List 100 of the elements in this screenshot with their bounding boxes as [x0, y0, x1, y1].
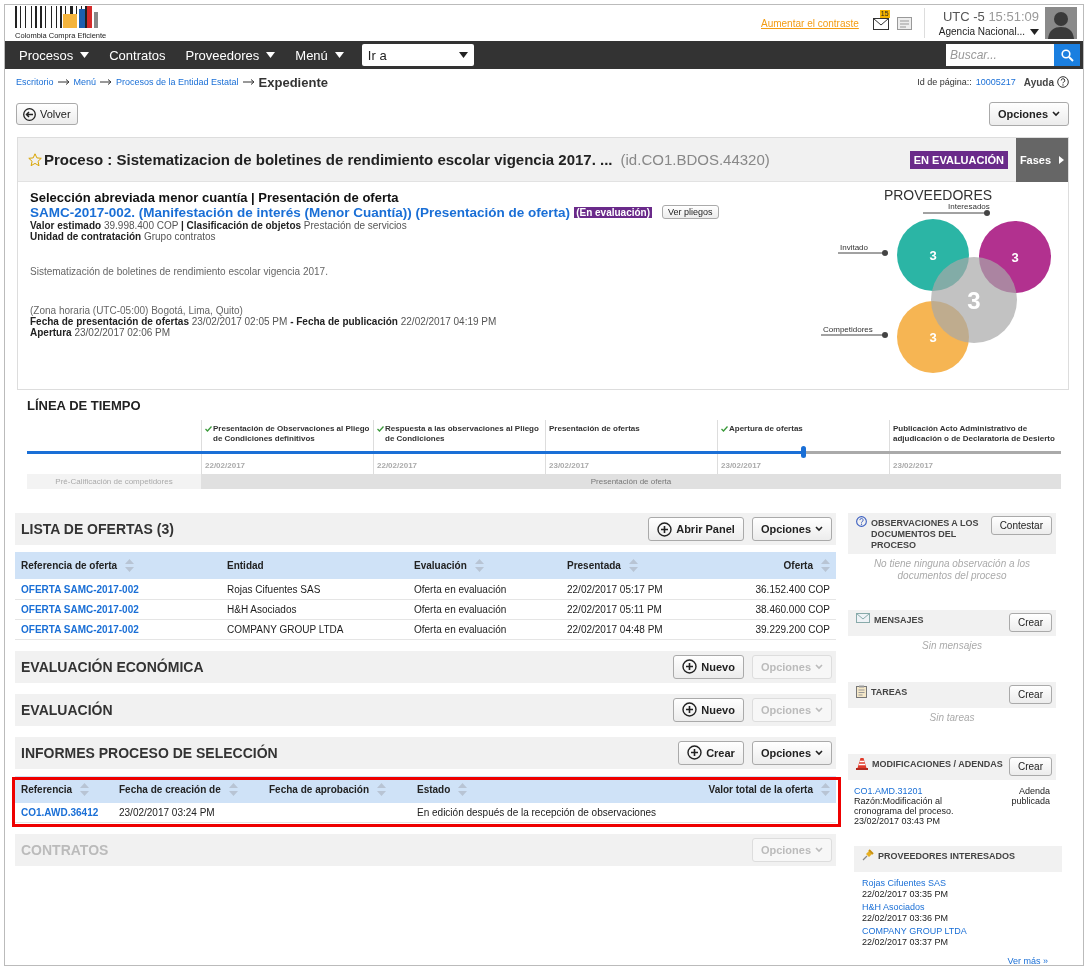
search-field[interactable]: Buscar...	[946, 44, 1054, 66]
search-button[interactable]	[1054, 44, 1080, 66]
plus-icon	[682, 659, 698, 674]
panel-title: TAREAS	[871, 686, 909, 698]
breadcrumb-link[interactable]: Menú	[73, 77, 97, 87]
help-link[interactable]: Ayuda	[1023, 76, 1069, 88]
sort-icon[interactable]	[377, 782, 387, 796]
sort-icon[interactable]	[628, 559, 638, 572]
mail-icon[interactable]	[872, 18, 889, 30]
table-cell: 22/02/2017 04:48 PM	[567, 623, 663, 635]
nav-menu[interactable]: Proveedores	[175, 41, 286, 69]
breadcrumb-link[interactable]: Procesos de la Entidad Estatal	[116, 77, 239, 87]
process-id: (id.CO1.BDOS.44320)	[620, 151, 770, 168]
supplier-link[interactable]: COMPANY GROUP LTDA	[862, 926, 967, 936]
section-title: LISTA DE OFERTAS (3)	[21, 521, 175, 537]
envelope-icon	[856, 613, 870, 623]
panel-button[interactable]: Crear	[1009, 757, 1052, 776]
reference-link[interactable]: OFERTA SAMC-2017-002	[21, 623, 139, 635]
chevron-icon	[815, 706, 823, 713]
phase-bar: Pré-Calificación de competidores	[27, 474, 201, 489]
reference-link[interactable]: OFERTA SAMC-2017-002	[21, 583, 139, 595]
table-cell: 36.152.400 COP	[755, 583, 830, 595]
milestone-label: Apertura de ofertas	[729, 424, 803, 435]
panel-button[interactable]: Contestar	[990, 516, 1052, 535]
news-icon[interactable]	[896, 16, 912, 30]
column-header[interactable]: Estado	[417, 782, 468, 796]
panel-title: MENSAJES	[874, 614, 925, 626]
back-button[interactable]: Volver	[16, 103, 78, 125]
milestone-label: Publicación Acto Administrativo de adjudicación o de Declaratoria de Desierto	[893, 424, 1056, 445]
action-button[interactable]: Nuevo	[673, 654, 744, 679]
sort-icon[interactable]	[474, 559, 484, 572]
section-title: EVALUACIÓN ECONÓMICA	[21, 658, 205, 675]
sort-icon[interactable]	[125, 559, 135, 572]
panel-title: PROVEEDORES INTERESADOS	[878, 850, 1017, 862]
process-detail: Valor estimado 39.998.400 COP | Clasificación de objetos Prestación de servicios	[30, 220, 408, 231]
options-button[interactable]: Opciones	[751, 517, 832, 541]
table-cell: Oferta en evaluación	[414, 603, 507, 615]
column-header: Entidad	[227, 560, 264, 572]
bubble-count: 3	[929, 248, 937, 263]
table-cell: Oferta en evaluación	[414, 583, 507, 595]
sort-icon[interactable]	[821, 782, 830, 796]
sort-icon[interactable]	[228, 782, 238, 796]
arrow-icon	[242, 79, 255, 85]
options-button[interactable]: Opciones	[751, 740, 832, 765]
clock-time: 15:51:09	[988, 9, 1039, 24]
page-id-label: Id de página::	[917, 77, 972, 87]
caret-icon	[80, 52, 90, 58]
plus-icon	[682, 702, 698, 717]
chevron-icon	[815, 847, 823, 853]
table-cell: 38.460.000 COP	[755, 603, 830, 615]
column-header[interactable]: Oferta	[783, 559, 830, 572]
group-label: Competidores	[823, 325, 873, 334]
sort-icon[interactable]	[80, 782, 90, 796]
chevron-icon	[1052, 111, 1060, 117]
goto-select[interactable]: Ir a	[361, 44, 474, 66]
supplier-link[interactable]: H&H Asociados	[862, 902, 925, 912]
process-description: Sistematización de boletines de rendimiento escolar vigencia 2017.	[30, 266, 329, 277]
bubble-count: 3	[1011, 250, 1019, 265]
account-menu[interactable]: Agencia Nacional...	[938, 26, 1039, 37]
page-id-link[interactable]: 10005217	[975, 77, 1016, 87]
search-icon	[1060, 48, 1074, 62]
phases-button[interactable]: Fases	[1016, 137, 1068, 182]
chevron-icon	[815, 663, 823, 670]
reference-link[interactable]: OFERTA SAMC-2017-002	[21, 603, 139, 615]
section-title: LÍNEA DE TIEMPO	[27, 398, 142, 413]
back-arrow-icon	[23, 107, 36, 121]
leader-line	[837, 250, 888, 256]
action-button[interactable]: Nuevo	[673, 697, 744, 722]
amendment-link[interactable]: CO1.AMD.31201	[854, 786, 923, 796]
options-button[interactable]: Opciones	[988, 102, 1069, 126]
avatar-icon[interactable]	[1045, 7, 1077, 39]
sort-icon[interactable]	[821, 559, 830, 572]
breadcrumb-current: Expediente	[258, 74, 328, 90]
view-documents-button[interactable]: Ver pliegos	[662, 205, 719, 219]
nav-menu[interactable]: Contratos	[99, 41, 176, 69]
action-button[interactable]: Crear	[678, 740, 744, 765]
timezone: UTC -5	[942, 9, 985, 24]
process-reference-link[interactable]: SAMC-2017-002. (Manifestación de interés (Menor Cuantía)) (Presentación de oferta)	[30, 206, 571, 218]
supplier-link[interactable]: Rojas Cifuentes SAS	[862, 878, 947, 888]
table-cell: H&H Asociados	[227, 603, 297, 615]
nav-menu[interactable]: Menú	[285, 41, 354, 69]
sort-icon[interactable]	[458, 782, 468, 796]
table-cell: 23/02/2017 03:24 PM	[119, 807, 215, 819]
breadcrumb-link[interactable]: Escritorio	[16, 77, 54, 87]
process-detail: Unidad de contratación Grupo contratos	[30, 231, 217, 242]
see-more-link[interactable]: Ver más »	[1007, 956, 1048, 966]
empty-message: Sin tareas	[928, 711, 976, 724]
reference-link[interactable]: CO1.AWD.36412	[21, 807, 99, 819]
panel-button[interactable]: Crear	[1009, 613, 1052, 632]
action-button[interactable]: Abrir Panel	[648, 517, 744, 541]
leader-line	[922, 210, 990, 216]
nav-menu[interactable]: Procesos	[9, 41, 100, 69]
status-badge: (En evaluación)	[574, 206, 653, 218]
star-icon[interactable]	[28, 152, 42, 167]
panel-button[interactable]: Crear	[1009, 685, 1052, 704]
caret-icon	[458, 52, 468, 58]
process-date: Apertura 23/02/2017 02:06 PM	[30, 327, 172, 338]
caret-icon	[1030, 28, 1039, 35]
chevron-icon	[815, 749, 823, 756]
milestone-date: 23/02/2017	[893, 461, 934, 470]
